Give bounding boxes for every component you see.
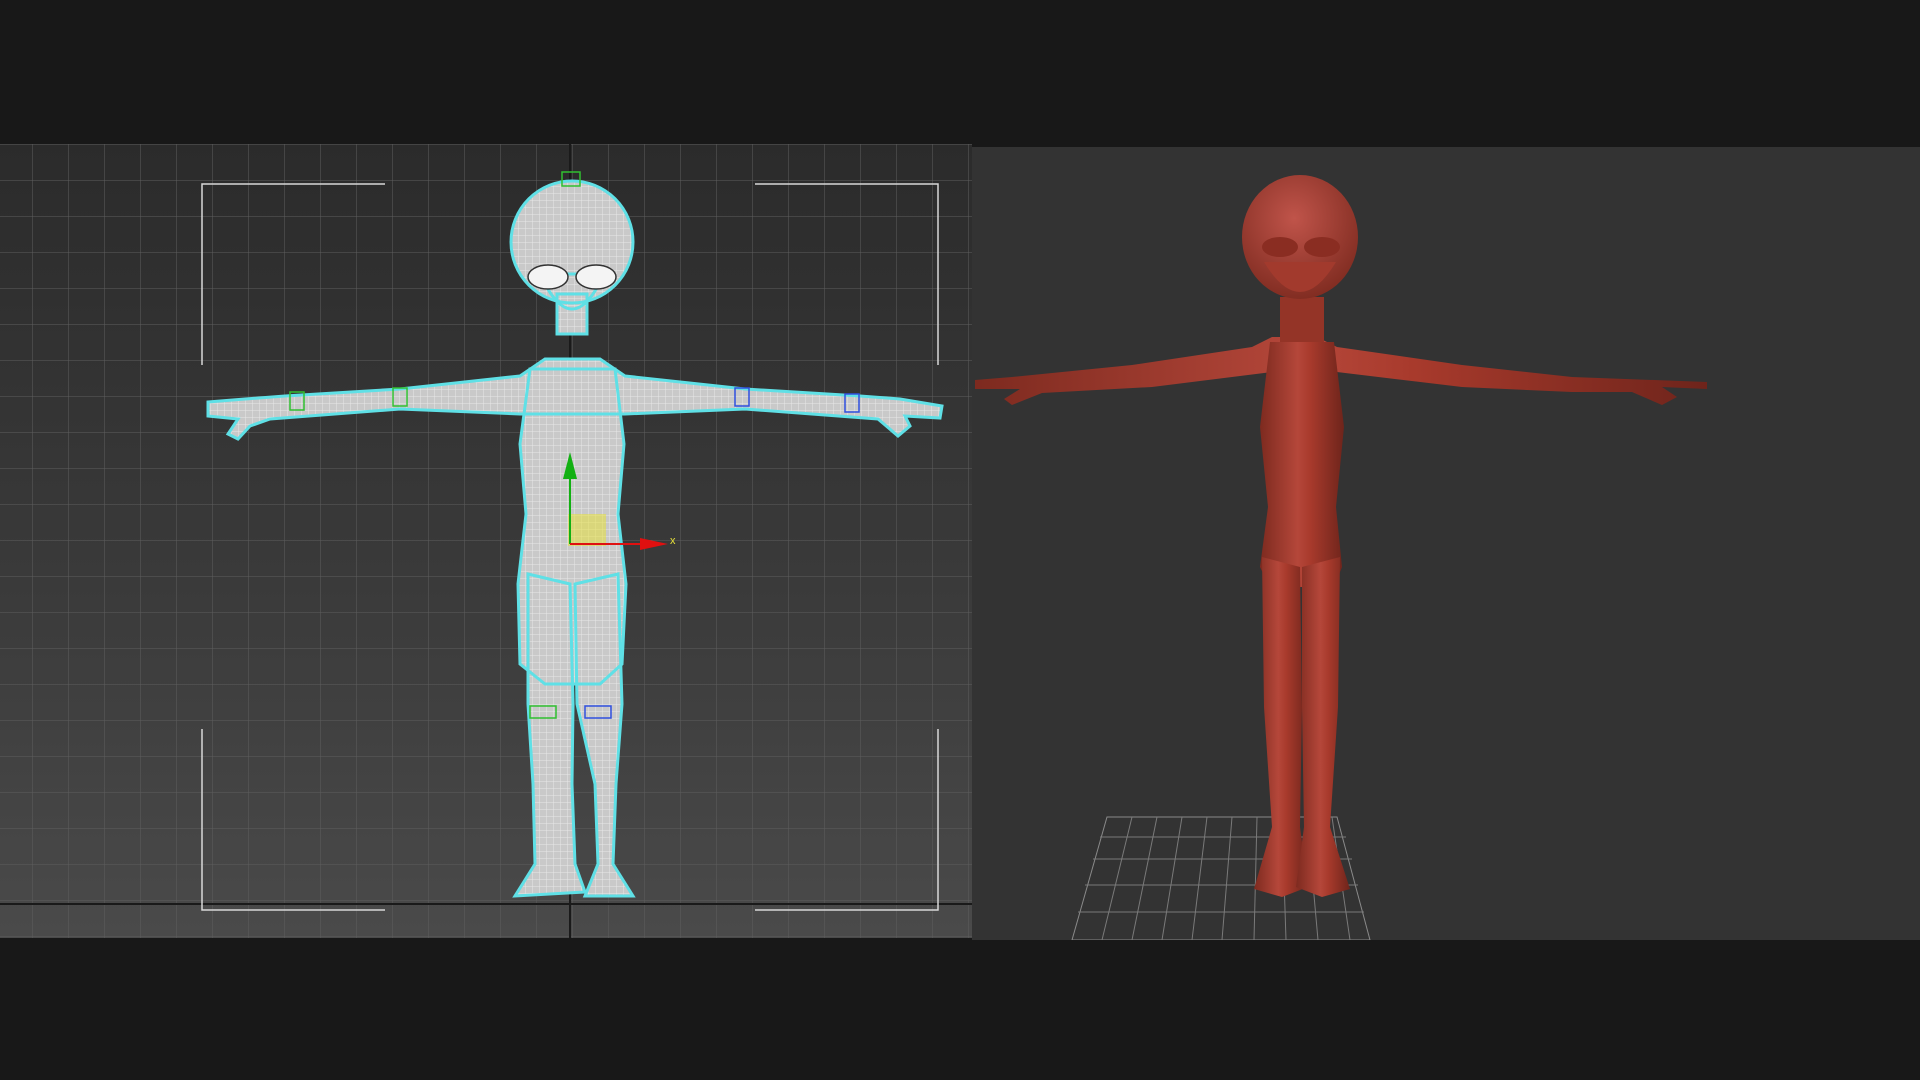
sculpt-left-eye [1262,237,1298,257]
viewport-grid [0,144,972,938]
left-viewport-canvas: x [0,144,972,938]
left-viewport-wireframe[interactable]: x [0,144,972,938]
right-viewport-sculpt[interactable] [972,147,1920,940]
pivot-highlight [568,514,606,546]
right-viewport-canvas [975,175,1707,940]
alien-sculpt-model[interactable] [975,175,1707,897]
gizmo-x-label: x [670,535,676,547]
sculpt-right-eye [1304,237,1340,257]
wire-right-eye [575,264,617,290]
wire-left-eye [527,264,569,290]
